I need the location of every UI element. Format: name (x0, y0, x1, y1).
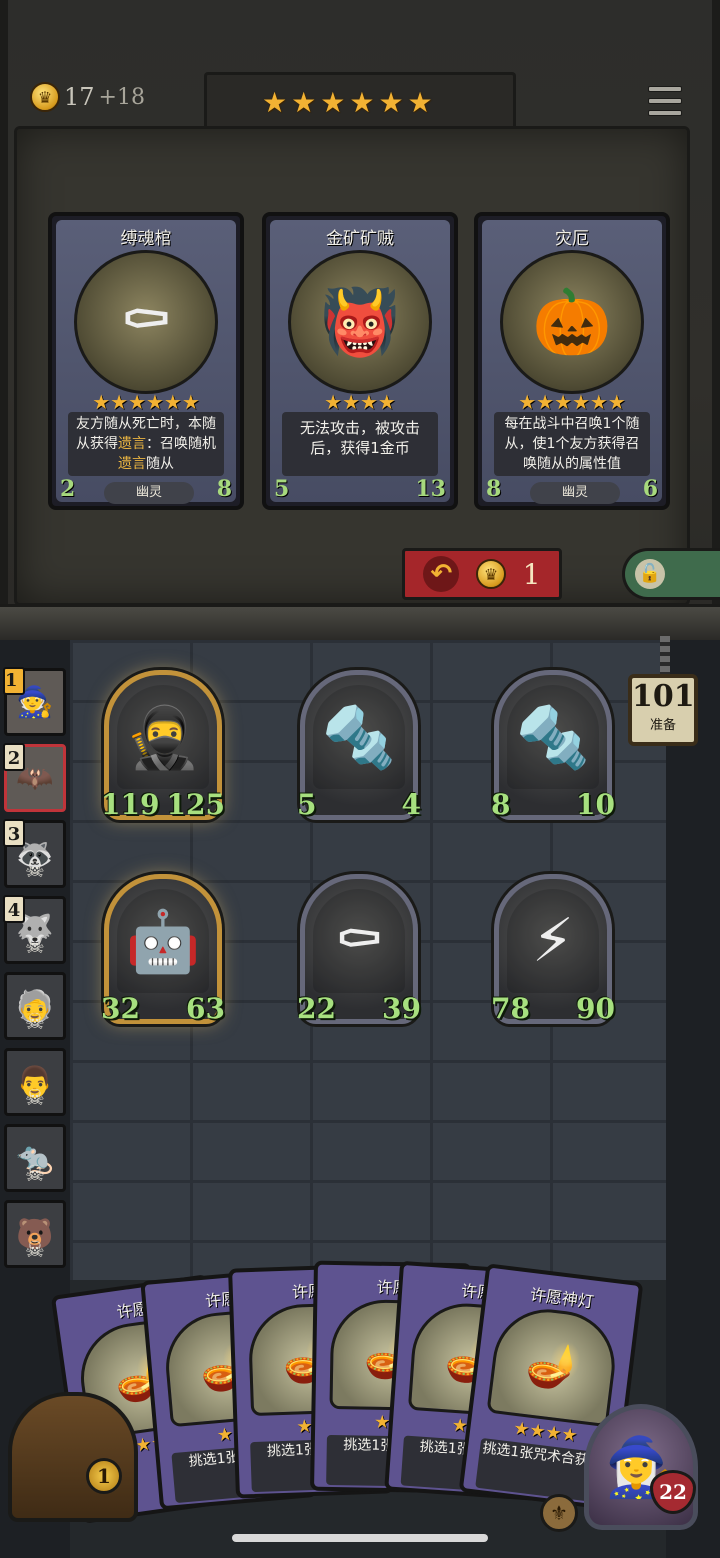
minion-attack: 5 (297, 788, 317, 821)
board-minion-drill-brute[interactable]: 🤖 32 63 (101, 874, 225, 1025)
chest-count-badge: 1 (86, 1458, 122, 1494)
skull-icon: ☠ (25, 858, 45, 883)
opponent-rank: 2 (3, 743, 25, 771)
opponent-portrait-6[interactable]: 👨 ☠ (4, 1048, 66, 1116)
skull-icon: ☠ (25, 1238, 45, 1263)
minion-health: 125 (166, 788, 225, 821)
opponent-rank: 4 (3, 895, 25, 923)
game-screen: { "shop": { "gold_icon": "crown-coin-ico… (0, 0, 720, 1558)
coffin-icon: ⚰ (74, 250, 218, 394)
skull-icon: ☠ (25, 1086, 45, 1111)
treasure-chest-icon[interactable]: 1 (8, 1392, 138, 1522)
home-indicator[interactable] (232, 1534, 488, 1542)
gold-counter: ♛ 17 +18 (30, 82, 145, 112)
tier-star-icon: ★ (349, 86, 375, 119)
card-stars: ★★★★★★ (92, 390, 200, 414)
drill-brute-icon: 🤖 (117, 889, 209, 993)
minion-health: 39 (382, 992, 421, 1025)
coffin-icon: ⚰ (313, 889, 405, 993)
hamburger-menu-icon[interactable] (648, 86, 682, 116)
refresh-button[interactable]: ↶ ♛ 1 (402, 548, 562, 600)
minion-attack: 119 (101, 788, 160, 821)
card-tribe: 幽灵 (104, 482, 194, 504)
turn-timer: 101 准备 (628, 674, 698, 746)
minion-attack: 78 (491, 992, 530, 1025)
lock-shop-button[interactable]: 🔓 (622, 548, 720, 600)
hero-power-icon[interactable]: ⚜ (540, 1494, 578, 1532)
card-attack: 2 (60, 476, 76, 502)
shop-frame-right (712, 0, 720, 640)
opponent-portrait-4[interactable]: 🐺 4 ☠ (3, 895, 66, 964)
opponent-portrait-2[interactable]: 🦇 2 (3, 743, 66, 812)
minion-attack: 22 (297, 992, 336, 1025)
board-minion-lightning-knight[interactable]: ⚡ 78 90 (491, 874, 615, 1025)
turn-phase-label: 准备 (649, 718, 676, 733)
crown-coin-icon: ♛ (476, 559, 507, 589)
opponent-rank: 1 (3, 667, 25, 695)
shop-bottom-ledge (0, 604, 720, 640)
skull-icon: ☠ (25, 934, 45, 959)
gold-amount: 17 (64, 83, 95, 111)
shop-card-soul-coffin[interactable]: 缚魂棺 ⚰ ★★★★★★ 友方随从死亡时，本随从获得遗言：召唤随机遗言随从 幽灵… (48, 212, 244, 510)
card-description: 无法攻击，被攻击后，获得1金币 (282, 412, 438, 476)
opponent-portrait-7[interactable]: 🐀 ☠ (4, 1124, 66, 1192)
opponent-portrait-8[interactable]: 🐻 ☠ (4, 1200, 66, 1268)
tavern-tier-stars: ★ ★ ★ ★ ★ ★ (262, 88, 433, 118)
board-minion-hooded-assassin[interactable]: 🥷 119 125 (101, 670, 225, 821)
opponent-rank: 3 (3, 819, 25, 847)
card-attack: 5 (274, 476, 290, 502)
card-health: 8 (205, 476, 237, 506)
tier-star-icon: ★ (320, 86, 346, 119)
lightning-knight-icon: ⚡ (507, 889, 599, 993)
crown-coin-icon: ♛ (30, 82, 60, 112)
padlock-icon: 🔓 (635, 559, 665, 589)
refresh-cost: 1 (522, 557, 541, 591)
board-minion-soul-coffin[interactable]: ⚰ 22 39 (297, 874, 421, 1025)
drill-machine-icon: 🔩 (507, 685, 599, 789)
minion-health: 4 (401, 788, 421, 821)
turn-number: 101 (632, 679, 695, 714)
minion-attack: 32 (101, 992, 140, 1025)
tier-star-icon: ★ (262, 86, 288, 119)
card-description: 友方随从死亡时，本随从获得遗言：召唤随机遗言随从 (68, 412, 224, 476)
card-stars: ★★★★ (324, 390, 396, 414)
drill-machine-icon: 🔩 (313, 685, 405, 789)
card-health: 13 (415, 476, 450, 506)
shop-panel: ♛ 17 +18 ★ ★ ★ ★ ★ ★ 缚魂棺 ⚰ ★★★★★★ 友方随从死亡… (0, 0, 720, 640)
minion-health: 63 (186, 992, 225, 1025)
tier-star-icon: ★ (378, 86, 404, 119)
skull-icon: ☠ (25, 1010, 45, 1035)
card-health: 6 (631, 476, 663, 506)
shop-frame-left (0, 0, 8, 640)
skull-icon: ☠ (25, 1162, 45, 1187)
card-name: 灾厄 (555, 229, 589, 249)
gold-income: +18 (98, 84, 145, 110)
magic-lamp-icon: 🪔 (486, 1303, 621, 1428)
refresh-arrow-icon: ↶ (423, 556, 460, 592)
board-minion-drill-machine[interactable]: 🔩 5 4 (297, 670, 421, 821)
tier-star-icon: ★ (407, 86, 433, 119)
card-tribe: 幽灵 (530, 482, 620, 504)
minion-attack: 8 (491, 788, 511, 821)
board-minion-drill-machine-2[interactable]: 🔩 8 10 (491, 670, 615, 821)
tier-star-icon: ★ (291, 86, 317, 119)
card-description: 每在战斗中召唤1个随从，使1个友方获得召唤随从的属性值 (494, 412, 650, 476)
card-name: 缚魂棺 (120, 229, 172, 249)
miner-ogre-icon: 👹 (288, 250, 432, 394)
pumpkin-scarecrow-icon: 🎃 (500, 250, 644, 394)
card-stars: ★★★★★★ (518, 390, 626, 414)
opponent-portrait-1[interactable]: 🧙 1 (3, 667, 66, 736)
opponent-portrait-5[interactable]: 🧓 ☠ (4, 972, 66, 1040)
minion-health: 90 (576, 992, 615, 1025)
hooded-assassin-icon: 🥷 (117, 685, 209, 789)
opponent-portrait-3[interactable]: 🦝 3 ☠ (3, 819, 66, 888)
card-name: 金矿矿贼 (326, 229, 394, 249)
card-attack: 8 (486, 476, 502, 502)
shop-card-calamity[interactable]: 灾厄 🎃 ★★★★★★ 每在战斗中召唤1个随从，使1个友方获得召唤随从的属性值 … (474, 212, 670, 510)
shop-card-gold-miner[interactable]: 金矿矿贼 👹 ★★★★ 无法攻击，被攻击后，获得1金币 5 13 (262, 212, 458, 510)
minion-health: 10 (576, 788, 615, 821)
